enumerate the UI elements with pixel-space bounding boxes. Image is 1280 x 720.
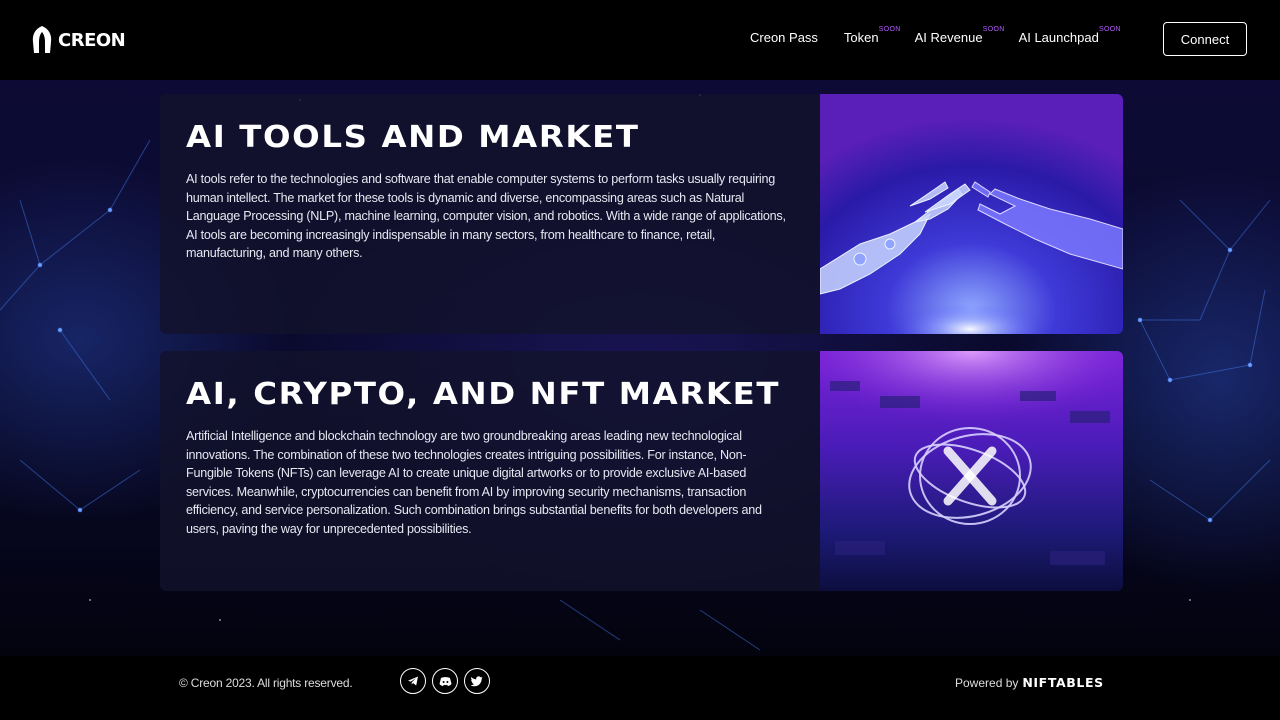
nav-creon-pass[interactable]: Creon Pass [750,30,818,45]
section-body: AI tools refer to the technologies and s… [186,172,786,261]
nav-label: Creon Pass [750,30,818,45]
creon-logo[interactable]: CREON [32,24,126,56]
main-nav: Creon Pass Token SOON AI Revenue SOON AI… [750,26,1135,45]
footer: © Creon 2023. All rights reserved. Power… [0,656,1280,720]
section-body: Artificial Intelligence and blockchain t… [186,429,762,536]
crypto-rings-image [820,351,1123,591]
soon-badge: SOON [1098,26,1121,33]
nav-label: Token [843,30,879,45]
discord-link[interactable] [432,668,458,694]
twitter-icon [471,675,483,686]
soon-badge: SOON [982,26,1005,33]
section-title: AI TOOLS AND MARKET [186,120,640,155]
connect-button[interactable]: Connect [1163,22,1247,56]
section-card-ai-crypto-nft: AI, CRYPTO, AND NFT MARKET Artificial In… [160,351,820,591]
powered-by: Powered by NIFTABLES [955,675,1104,690]
copyright-text: © Creon 2023. All rights reserved. [179,676,353,690]
creon-logo-icon [32,26,52,53]
robot-hand-image [820,94,1123,334]
section-card-ai-tools: AI TOOLS AND MARKET AI tools refer to th… [160,94,820,334]
nav-label: AI Launchpad [1018,30,1099,45]
nav-token[interactable]: Token SOON [843,26,900,45]
telegram-link[interactable] [400,668,426,694]
nav-ai-revenue[interactable]: AI Revenue SOON [914,26,1005,45]
powered-by-label: Powered by [955,676,1019,690]
discord-icon [439,676,451,686]
nav-label: AI Revenue [914,30,983,45]
niftables-brand-link[interactable]: NIFTABLES [1022,675,1103,690]
social-links [400,668,490,694]
logo-text: CREON [58,29,126,51]
page: CREON Creon Pass Token SOON AI Revenue S… [0,0,1280,720]
top-navbar: CREON Creon Pass Token SOON AI Revenue S… [0,0,1280,80]
telegram-icon [408,676,418,686]
soon-badge: SOON [878,26,901,33]
nav-ai-launchpad[interactable]: AI Launchpad SOON [1018,26,1121,45]
twitter-link[interactable] [464,668,490,694]
section-title: AI, CRYPTO, AND NFT MARKET [186,377,781,412]
